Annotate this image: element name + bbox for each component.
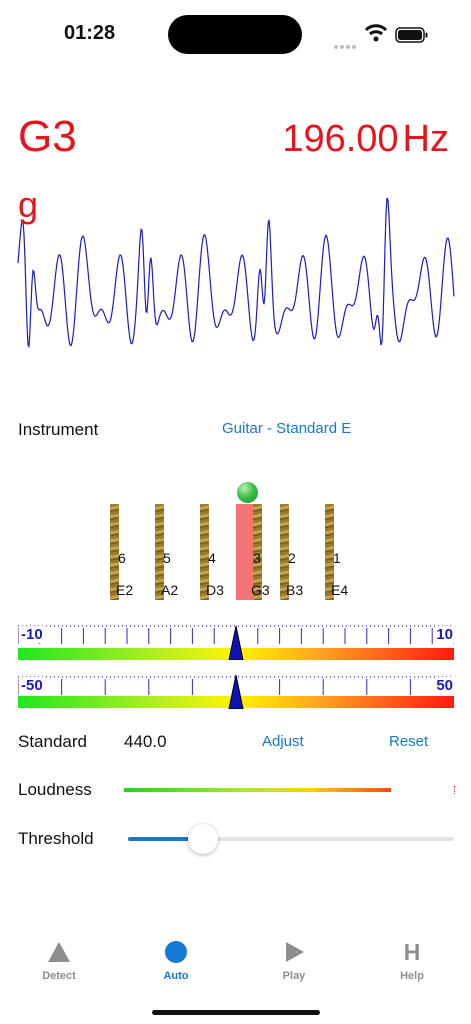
coarse-meter-needle-icon [228, 626, 244, 660]
frequency-unit: Hz [402, 118, 449, 160]
reset-button[interactable]: Reset [389, 733, 428, 750]
string-6-number: 6 [118, 550, 126, 566]
loudness-level-bar [124, 788, 392, 792]
threshold-slider-knob[interactable] [187, 824, 218, 854]
detected-note: G3 [18, 112, 77, 161]
instrument-selector[interactable]: Guitar - Standard E [222, 420, 351, 437]
coarse-meter-max-label: 10 [435, 626, 454, 643]
coarse-meter-min-label: -10 [20, 626, 44, 643]
triangle-icon [48, 942, 70, 962]
tab-play[interactable]: Play [235, 940, 353, 982]
play-icon [286, 942, 304, 962]
frequency-readout: 196.00 Hz [282, 118, 449, 161]
dynamic-island [168, 15, 302, 54]
threshold-label: Threshold [18, 829, 94, 848]
string-1-number: 1 [333, 550, 341, 566]
instrument-label: Instrument [18, 420, 99, 439]
wifi-icon [364, 24, 388, 42]
waveform-display [17, 197, 455, 349]
coarse-cents-meter: -10 10 [18, 624, 454, 664]
fine-cents-meter: -50 50 [18, 675, 454, 715]
h-icon: H [403, 938, 421, 965]
string-4-number: 4 [208, 550, 216, 566]
string-4-note: D3 [206, 582, 224, 598]
tab-help-label: Help [400, 970, 424, 982]
adjust-button[interactable]: Adjust [262, 733, 304, 750]
string-3-number: 3 [253, 550, 261, 566]
tab-play-label: Play [282, 970, 306, 982]
tab-help[interactable]: H Help [353, 938, 471, 983]
loudness-label: Loudness [18, 780, 92, 799]
standard-label: Standard [18, 732, 87, 751]
battery-icon [395, 27, 428, 43]
cellular-signal-icon [334, 36, 358, 54]
home-indicator [152, 1010, 320, 1015]
active-string-indicator [237, 482, 258, 503]
tab-auto-label: Auto [163, 970, 189, 982]
tab-detect-label: Detect [42, 970, 76, 982]
detected-note-lowercase: g [18, 184, 39, 225]
string-6-note: E2 [116, 582, 134, 598]
tab-detect[interactable]: Detect [0, 940, 118, 982]
standard-value: 440.0 [124, 732, 167, 751]
fine-meter-needle-icon [228, 675, 244, 709]
string-2-number: 2 [288, 550, 296, 566]
string-1-note: E4 [331, 582, 349, 598]
status-time: 01:28 [64, 22, 116, 44]
string-selector: 6 E2 5 A2 4 D3 3 G3 2 B3 1 E4 [0, 480, 471, 610]
string-5-number: 5 [163, 550, 171, 566]
frequency-value: 196.00 [282, 118, 399, 160]
loudness-max-marker [454, 786, 457, 794]
string-5-note: A2 [161, 582, 179, 598]
tab-auto[interactable]: Auto [117, 940, 235, 982]
string-2-note: B3 [286, 582, 304, 598]
circle-icon [165, 941, 187, 963]
fine-meter-min-label: -50 [20, 677, 44, 694]
fine-meter-max-label: 50 [435, 677, 454, 694]
string-3-note: G3 [251, 582, 270, 598]
